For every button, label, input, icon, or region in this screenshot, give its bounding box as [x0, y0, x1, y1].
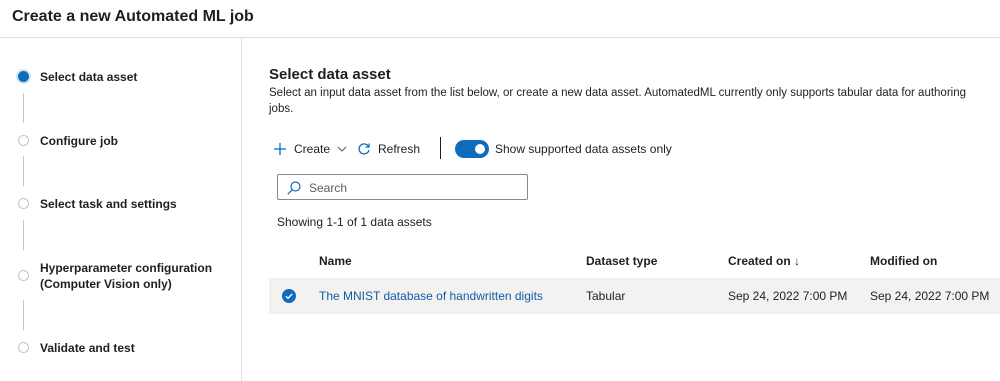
column-header-dataset-type[interactable]: Dataset type: [586, 254, 657, 268]
toolbar-divider: [440, 137, 441, 159]
section-title: Select data asset: [269, 66, 391, 83]
table-row[interactable]: The MNIST database of handwritten digits…: [269, 278, 1000, 314]
step-label: Configure job: [40, 134, 118, 148]
modified-on-cell: Sep 24, 2022 7:00 PM: [870, 289, 990, 303]
search-icon: [287, 181, 301, 195]
refresh-button[interactable]: Refresh: [357, 137, 420, 161]
supported-assets-toggle[interactable]: [455, 140, 489, 158]
pending-step-indicator: [18, 135, 29, 146]
step-select-data-asset[interactable]: Select data asset: [0, 69, 240, 89]
step-validate-and-test[interactable]: Validate and test: [0, 340, 240, 360]
chevron-down-icon: [337, 146, 347, 152]
wizard-steps-sidebar: Select data asset Configure job Select t…: [0, 38, 242, 381]
dataset-name-link[interactable]: The MNIST database of handwritten digits: [319, 289, 543, 303]
step-label: Hyperparameter configuration: [40, 261, 213, 275]
dataset-type-cell: Tabular: [586, 289, 626, 303]
section-description: Select an input data asset from the list…: [269, 87, 966, 115]
refresh-icon: [358, 143, 370, 155]
results-count: Showing 1-1 of 1 data assets: [277, 215, 432, 229]
toggle-knob: [475, 144, 485, 154]
main-panel: Select data asset Select an input data a…: [243, 38, 1000, 381]
step-connector: [23, 156, 24, 186]
table-header: Name Dataset type Created on ↓ Modified …: [269, 244, 1000, 278]
column-header-name[interactable]: Name: [319, 254, 352, 268]
step-label-secondary: (Computer Vision only): [40, 277, 172, 291]
create-button[interactable]: Create: [273, 137, 348, 161]
pending-step-indicator: [18, 342, 29, 353]
page-title: Create a new Automated ML job: [12, 8, 254, 25]
step-connector: [23, 300, 24, 330]
created-on-cell: Sep 24, 2022 7:00 PM: [728, 289, 848, 303]
plus-icon: [274, 143, 286, 155]
column-header-modified-on[interactable]: Modified on: [870, 254, 937, 268]
step-select-task-and-settings[interactable]: Select task and settings: [0, 196, 240, 216]
toggle-label: Show supported data assets only: [495, 142, 672, 156]
step-label: Select data asset: [40, 70, 138, 84]
column-header-created-on[interactable]: Created on ↓: [728, 254, 800, 268]
create-label: Create: [294, 142, 331, 156]
step-hyperparameter-configuration[interactable]: Hyperparameter configuration (Computer V…: [0, 260, 240, 296]
toolbar: Create Refresh Show supported data asset…: [273, 137, 833, 161]
pending-step-indicator: [18, 198, 29, 209]
refresh-label: Refresh: [378, 142, 421, 156]
step-connector: [23, 93, 24, 123]
pending-step-indicator: [18, 270, 29, 281]
page-header: Create a new Automated ML job: [0, 0, 1000, 38]
search-input[interactable]: Search: [277, 174, 528, 200]
step-connector: [23, 220, 24, 250]
search-placeholder: Search: [309, 181, 348, 195]
step-label: Select task and settings: [40, 197, 177, 211]
step-label: Validate and test: [40, 341, 135, 355]
checkmark-icon: [285, 293, 293, 300]
step-configure-job[interactable]: Configure job: [0, 133, 240, 153]
active-step-indicator: [18, 71, 29, 82]
check-circle-icon[interactable]: [282, 289, 296, 303]
